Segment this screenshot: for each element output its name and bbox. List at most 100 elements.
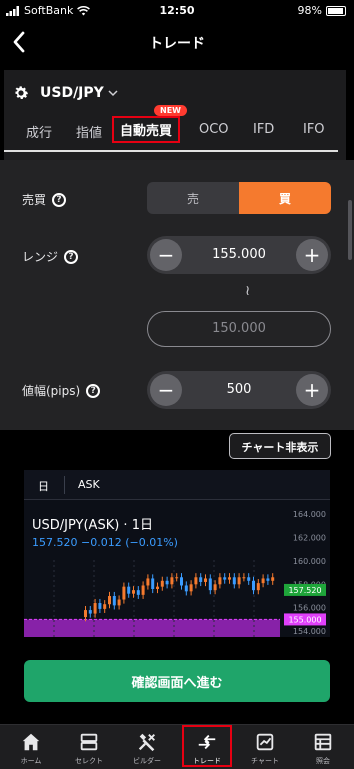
candle-body — [256, 583, 260, 591]
candle-body — [213, 584, 217, 591]
price-side-selector[interactable]: ASK — [78, 478, 100, 491]
gear-icon[interactable] — [12, 84, 30, 102]
new-badge: NEW — [154, 105, 187, 116]
candle-body — [189, 584, 193, 592]
candle-body — [184, 585, 188, 592]
tab-market[interactable]: 成行 — [26, 122, 52, 141]
status-bar: SoftBank 12:50 98% — [0, 0, 354, 22]
home-icon — [22, 733, 40, 751]
candle-body — [175, 577, 179, 579]
symbol-row: USD/JPY — [12, 84, 118, 102]
chevron-down-icon[interactable] — [108, 89, 118, 97]
tab-trade[interactable]: トレード — [182, 725, 232, 767]
range-upper-stepper: − 155.000 + — [147, 236, 331, 274]
candle-body — [228, 577, 231, 580]
y-tick-label: 154.000 — [293, 627, 326, 636]
order-type-tabs: 成行 指値 自動売買 OCO IFD IFO — [4, 116, 346, 148]
width-label: 値幅(pips) — [22, 384, 81, 398]
tab-ifo[interactable]: IFO — [303, 122, 325, 137]
chart-title: USD/JPY(ASK) · 1日 — [32, 518, 153, 533]
period-selector[interactable]: 日 — [38, 478, 49, 494]
candle-body — [271, 577, 275, 581]
help-icon[interactable]: ? — [52, 192, 67, 207]
battery-icon — [326, 5, 346, 16]
candle-body — [252, 580, 255, 591]
builder-icon — [138, 733, 155, 752]
candle-body — [165, 580, 169, 585]
candle-body — [156, 586, 159, 589]
price-chart[interactable]: 164.000162.000160.000158.000156.000154.0… — [24, 500, 330, 637]
candle-body — [204, 578, 207, 582]
symbol-selector[interactable]: USD/JPY — [40, 85, 104, 101]
candle-body — [237, 577, 241, 585]
tab-label: トレード — [193, 757, 221, 765]
tab-auto-trade[interactable]: 自動売買 — [112, 116, 181, 143]
tab-oco[interactable]: OCO — [199, 122, 229, 137]
candle-body — [232, 577, 236, 585]
tab-label: チャート — [251, 757, 279, 765]
scrollbar[interactable] — [348, 200, 352, 260]
candle-body — [84, 610, 87, 618]
sell-button[interactable]: 売 — [147, 182, 239, 214]
range-separator: ≀ — [245, 283, 251, 299]
candle-body — [136, 590, 140, 595]
tab-chart[interactable]: チャート — [240, 727, 290, 766]
side-label-row: 売買 ? — [22, 191, 67, 208]
price-tag-label: 157.520 — [288, 586, 321, 595]
increment-button[interactable]: + — [296, 239, 328, 271]
trade-icon — [198, 734, 216, 750]
y-tick-label: 162.000 — [293, 533, 326, 542]
tab-bar: ホーム セレクト ビルダー トレード チャート 照会 — [0, 724, 354, 769]
help-icon[interactable]: ? — [86, 383, 101, 398]
candle-body — [242, 577, 246, 579]
tab-divider — [4, 150, 338, 152]
help-icon[interactable]: ? — [64, 249, 79, 264]
tab-inquiry[interactable]: 照会 — [298, 727, 348, 766]
candle-body — [223, 577, 227, 580]
candle-body — [151, 578, 155, 589]
hide-chart-button[interactable]: チャート非表示 — [229, 433, 331, 459]
candle-body — [180, 577, 183, 586]
tab-builder[interactable]: ビルダー — [122, 727, 172, 766]
price-tag-label: 155.000 — [288, 615, 321, 624]
candle-body — [194, 577, 198, 585]
nav-bar: トレード — [0, 22, 354, 62]
candle-body — [261, 578, 265, 584]
candle-body — [93, 603, 97, 614]
candle-body — [98, 603, 102, 609]
range-band — [24, 619, 280, 637]
side-label: 売買 — [22, 193, 47, 207]
confirm-button[interactable]: 確認画面へ進む — [24, 660, 330, 702]
candle-body — [88, 610, 92, 614]
chart-toolbar: 日 ASK — [24, 470, 330, 500]
candle-body — [266, 578, 270, 581]
page-title: トレード — [149, 36, 205, 52]
tab-home[interactable]: ホーム — [6, 727, 56, 766]
side-toggle: 売 買 — [147, 182, 331, 214]
inquiry-icon — [314, 733, 332, 751]
divider — [64, 476, 65, 494]
increment-button[interactable]: + — [296, 374, 328, 406]
candle-body — [199, 577, 203, 582]
candle-body — [127, 586, 131, 594]
candle-body — [146, 578, 150, 586]
tab-select[interactable]: セレクト — [64, 727, 114, 766]
battery: 98% — [298, 4, 346, 17]
candle-body — [112, 596, 116, 606]
range-lower-field[interactable]: 150.000 — [147, 311, 331, 347]
tab-limit[interactable]: 指値 — [76, 122, 102, 141]
candle-body — [117, 599, 121, 606]
tab-label: 照会 — [316, 757, 330, 765]
range-label-row: レンジ ? — [22, 248, 79, 265]
y-tick-label: 160.000 — [293, 557, 326, 566]
candle-body — [132, 590, 135, 594]
width-stepper: − 500 + — [147, 371, 331, 409]
select-icon — [80, 733, 98, 751]
y-tick-label: 156.000 — [293, 604, 326, 613]
candle-body — [160, 580, 164, 587]
tab-label: ビルダー — [133, 757, 161, 765]
battery-percent: 98% — [297, 4, 322, 17]
buy-button[interactable]: 買 — [239, 182, 331, 214]
width-label-row: 値幅(pips) ? — [22, 382, 101, 399]
tab-ifd[interactable]: IFD — [253, 122, 274, 137]
